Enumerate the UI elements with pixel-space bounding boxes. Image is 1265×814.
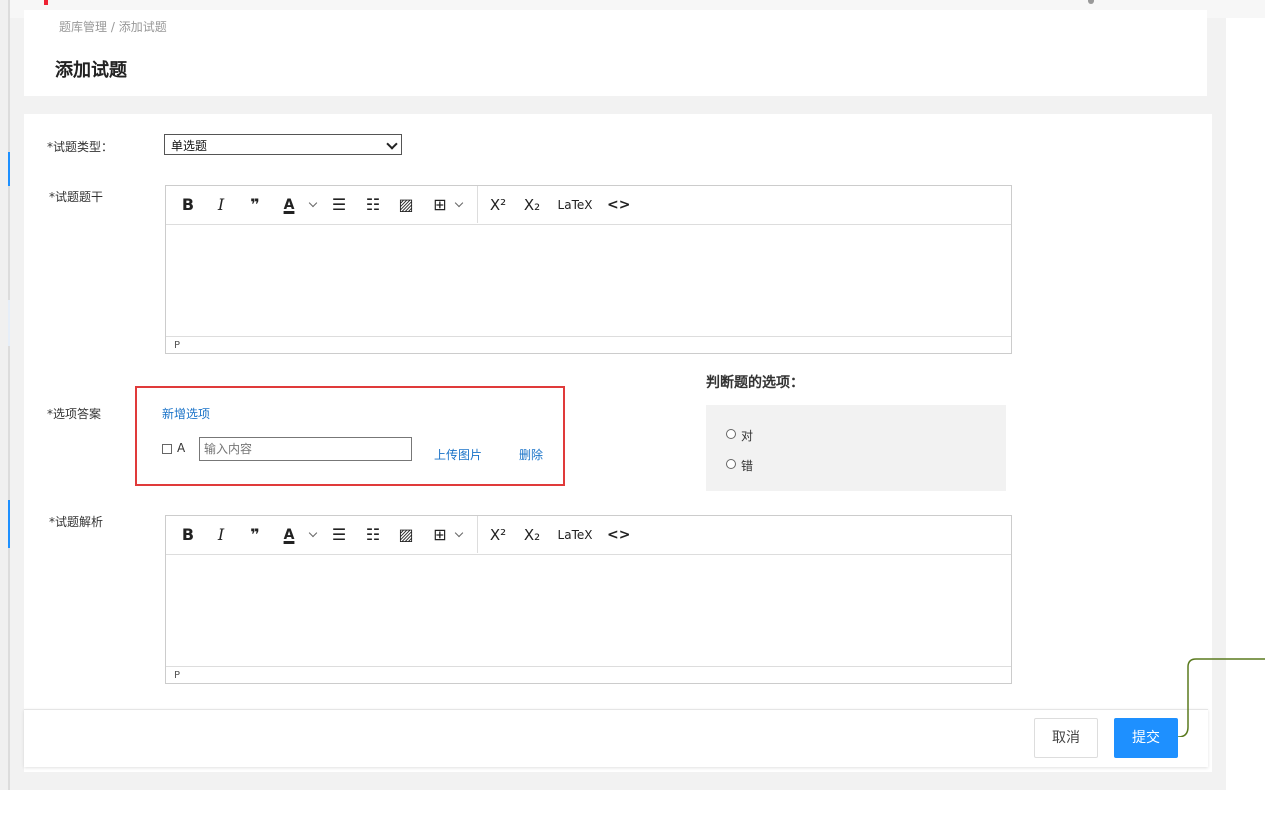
- breadcrumb: 题库管理 / 添加试题: [59, 18, 167, 35]
- table-icon[interactable]: ⊞: [430, 195, 450, 215]
- options-label: *选项答案: [47, 407, 102, 421]
- chevron-down-icon[interactable]: [454, 198, 464, 208]
- italic-icon[interactable]: I: [214, 525, 228, 545]
- italic-icon[interactable]: I: [214, 195, 228, 215]
- form-footer: [24, 709, 1208, 767]
- option-a-letter: A: [177, 441, 186, 455]
- chevron-down-icon[interactable]: [454, 528, 464, 538]
- font-color-icon[interactable]: A: [280, 525, 298, 545]
- editor-toolbar: B I ❞ A ☰ ☷ ▨ ⊞ X² X₂ LaTeX <>: [166, 186, 1011, 225]
- option-a-input[interactable]: [199, 437, 412, 461]
- judge-true-radio[interactable]: [726, 429, 736, 439]
- judge-true-label: 对: [741, 429, 754, 443]
- options-highlight-box: [135, 386, 565, 486]
- subscript-icon[interactable]: X₂: [521, 525, 543, 545]
- bullet-list-icon[interactable]: ☰: [330, 195, 348, 215]
- logo-mark: [44, 0, 48, 5]
- breadcrumb-parent[interactable]: 题库管理: [59, 20, 107, 34]
- question-type-label: *试题类型：: [47, 140, 114, 154]
- judge-false-radio[interactable]: [726, 459, 736, 469]
- submit-button[interactable]: 提交: [1114, 718, 1178, 758]
- judge-false-label: 错: [741, 459, 754, 473]
- toolbar-divider: [477, 186, 478, 223]
- upload-image-link[interactable]: 上传图片: [434, 446, 482, 463]
- table-icon[interactable]: ⊞: [430, 525, 450, 545]
- delete-option-link[interactable]: 删除: [519, 446, 543, 463]
- code-icon[interactable]: <>: [607, 525, 630, 545]
- chevron-down-icon: [386, 138, 398, 150]
- superscript-icon[interactable]: X²: [487, 195, 509, 215]
- quote-icon[interactable]: ❞: [246, 525, 264, 545]
- question-stem-label: *试题题干: [49, 190, 104, 204]
- annotation-connector: [1178, 658, 1265, 737]
- analysis-editor[interactable]: B I ❞ A ☰ ☷ ▨ ⊞ X² X₂ LaTeX <> P: [165, 515, 1012, 684]
- cancel-button[interactable]: 取消: [1034, 718, 1098, 758]
- analysis-label: *试题解析: [49, 515, 104, 529]
- page-header: [24, 10, 1207, 96]
- stem-editor[interactable]: B I ❞ A ☰ ☷ ▨ ⊞ X² X₂ LaTeX <> P: [165, 185, 1012, 354]
- judge-options-title: 判断题的选项：: [706, 375, 804, 391]
- option-a-checkbox[interactable]: [162, 444, 172, 454]
- sidebar-rail: [0, 0, 10, 790]
- question-type-value: 单选题: [171, 139, 208, 153]
- user-menu-icon[interactable]: [1088, 0, 1094, 4]
- code-icon[interactable]: <>: [607, 195, 630, 215]
- add-option-link[interactable]: 新增选项: [162, 405, 210, 422]
- image-icon[interactable]: ▨: [397, 525, 415, 545]
- bold-icon[interactable]: B: [180, 525, 196, 545]
- ordered-list-icon[interactable]: ☷: [364, 525, 382, 545]
- judge-options-box: 对 错: [706, 405, 1006, 491]
- image-icon[interactable]: ▨: [397, 195, 415, 215]
- breadcrumb-separator: /: [110, 20, 115, 34]
- bullet-list-icon[interactable]: ☰: [330, 525, 348, 545]
- question-type-select[interactable]: 单选题: [164, 134, 402, 155]
- latex-button[interactable]: LaTeX: [556, 195, 594, 215]
- font-color-icon[interactable]: A: [280, 195, 298, 215]
- editor-toolbar: B I ❞ A ☰ ☷ ▨ ⊞ X² X₂ LaTeX <>: [166, 516, 1011, 555]
- editor-statusbar: P: [166, 336, 1011, 353]
- latex-button[interactable]: LaTeX: [556, 525, 594, 545]
- chevron-down-icon[interactable]: [308, 198, 318, 208]
- quote-icon[interactable]: ❞: [246, 195, 264, 215]
- bold-icon[interactable]: B: [180, 195, 196, 215]
- chevron-down-icon[interactable]: [308, 528, 318, 538]
- editor-statusbar: P: [166, 666, 1011, 683]
- breadcrumb-current: 添加试题: [118, 20, 167, 34]
- superscript-icon[interactable]: X²: [487, 525, 509, 545]
- toolbar-divider: [477, 516, 478, 553]
- ordered-list-icon[interactable]: ☷: [364, 195, 382, 215]
- subscript-icon[interactable]: X₂: [521, 195, 543, 215]
- page-title: 添加试题: [55, 60, 127, 81]
